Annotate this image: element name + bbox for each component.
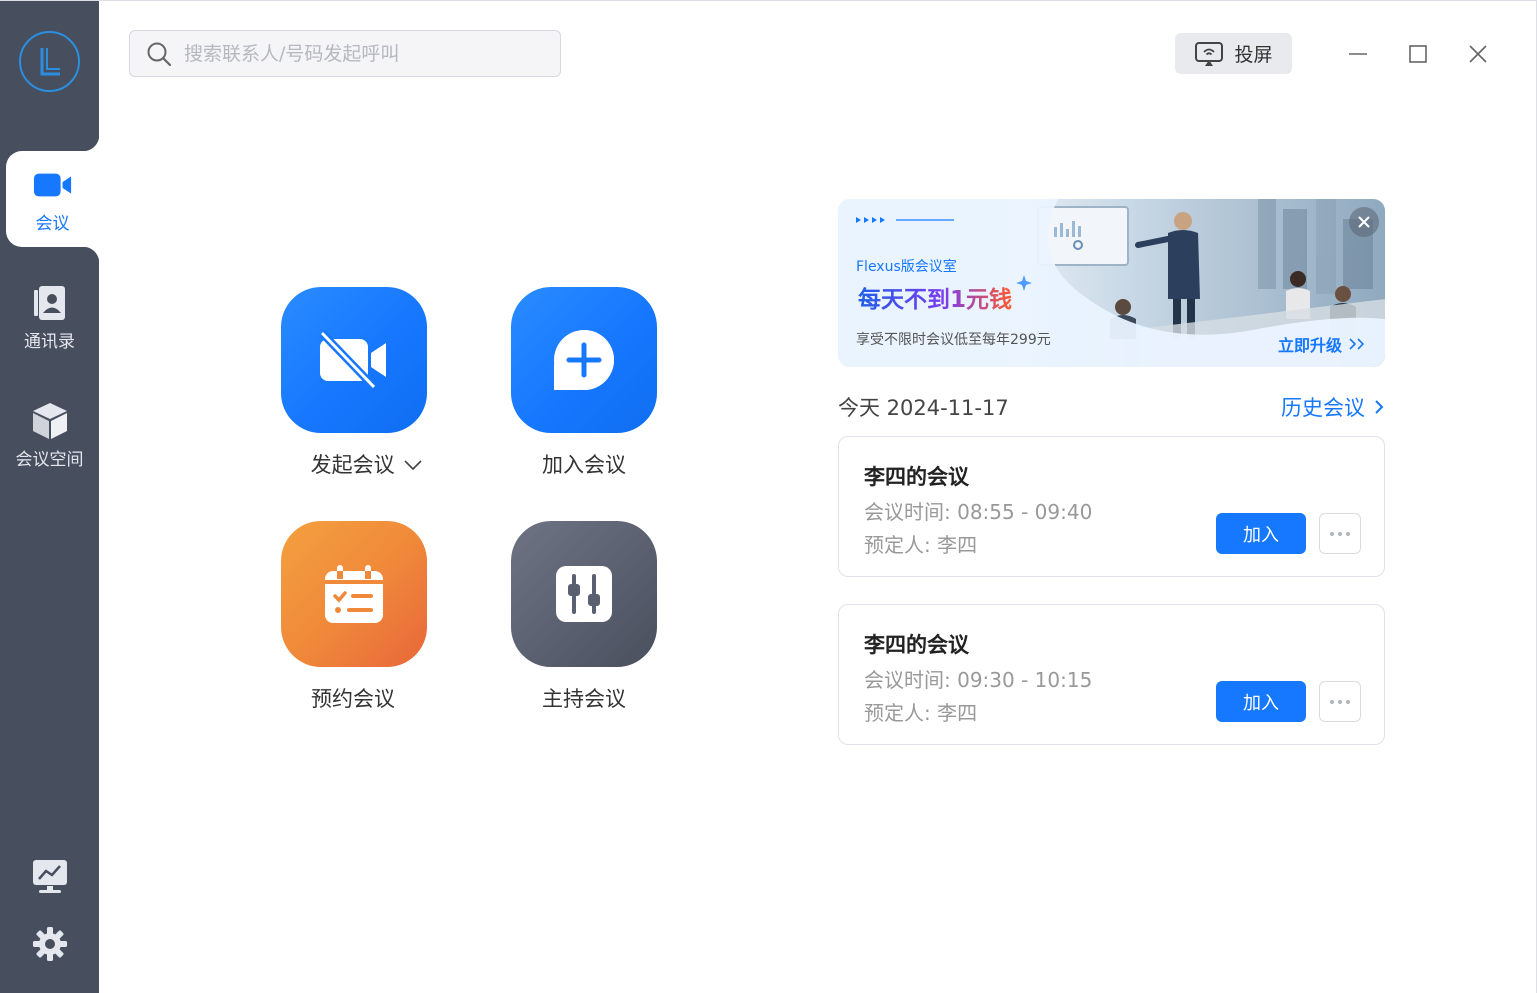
banner-subtitle: 享受不限时会议低至每年299元 — [856, 332, 1051, 348]
sidebar-item-label: 会议空间 — [15, 449, 84, 470]
meeting-owner: 预定人: 李四 — [864, 701, 978, 725]
minimize-icon — [1349, 53, 1367, 55]
join-meeting-tile[interactable] — [511, 287, 657, 433]
video-off-icon — [319, 330, 386, 390]
gear-icon — [32, 927, 67, 961]
schedule-header: 今天 2024-11-17 历史会议 — [838, 391, 1385, 423]
sidebar-item-meeting-space[interactable]: 会议空间 — [0, 387, 99, 483]
app-window: 会议 通讯录 会议空间 搜索联系人/号码发起呼叫 投屏 发起会议 加入会议 预约… — [0, 0, 1537, 993]
cast-icon — [1195, 41, 1224, 66]
sliders-icon — [556, 566, 612, 622]
dot-icon — [1338, 699, 1342, 704]
history-meetings-link[interactable]: 历史会议 — [1281, 392, 1385, 422]
app-logo — [19, 31, 80, 92]
close-window-button[interactable] — [1461, 37, 1495, 71]
meeting-title: 李四的会议 — [864, 465, 969, 489]
more-options-button[interactable] — [1319, 513, 1361, 554]
today-date: 今天 2024-11-17 — [838, 396, 1009, 420]
chevron-down-icon[interactable] — [403, 458, 423, 472]
banner-close-button[interactable] — [1349, 207, 1379, 237]
search-icon — [147, 42, 172, 66]
plus-chat-icon — [554, 330, 614, 390]
sidebar-item-meetings[interactable]: 会议 — [6, 135, 99, 263]
dot-icon — [1346, 531, 1350, 536]
dot-icon — [1330, 531, 1334, 536]
maximize-icon — [1409, 45, 1427, 63]
sidebar-item-label: 通讯录 — [24, 331, 75, 352]
meeting-card[interactable]: 李四的会议 会议时间: 08:55 - 09:40 预定人: 李四 加入 — [838, 436, 1385, 577]
double-chevron-right-icon — [1349, 338, 1365, 350]
search-box[interactable] — [129, 30, 561, 77]
search-input[interactable] — [184, 42, 554, 65]
video-camera-icon — [33, 165, 73, 205]
calendar-icon — [325, 565, 383, 623]
meeting-title: 李四的会议 — [864, 633, 969, 657]
sidebar: 会议 通讯录 会议空间 — [0, 1, 99, 993]
dot-icon — [1346, 699, 1350, 704]
dot-icon — [1338, 531, 1342, 536]
chevron-right-icon — [1375, 400, 1384, 414]
host-meeting-label[interactable]: 主持会议 — [504, 683, 664, 713]
minimize-button[interactable] — [1341, 37, 1375, 71]
banner-headline: 每天不到1元钱 — [858, 280, 1012, 314]
join-button[interactable]: 加入 — [1216, 513, 1306, 554]
sidebar-item-label: 会议 — [35, 213, 70, 234]
monitor-chart-button[interactable] — [0, 857, 99, 895]
join-button[interactable]: 加入 — [1216, 681, 1306, 722]
banner-product: Flexus版会议室 — [856, 259, 957, 275]
meeting-time: 会议时间: 08:55 - 09:40 — [864, 500, 1093, 524]
meeting-time: 会议时间: 09:30 - 10:15 — [864, 668, 1093, 692]
monitor-chart-icon — [32, 860, 67, 893]
cast-label: 投屏 — [1234, 44, 1273, 66]
host-meeting-tile[interactable] — [511, 521, 657, 667]
sidebar-item-contacts[interactable]: 通讯录 — [0, 269, 99, 365]
upgrade-now-link[interactable]: 立即升级 — [1278, 332, 1366, 356]
meeting-owner: 预定人: 李四 — [864, 533, 978, 557]
settings-button[interactable] — [0, 926, 99, 962]
maximize-button[interactable] — [1401, 37, 1435, 71]
start-meeting-label[interactable]: 发起会议 — [287, 449, 447, 479]
start-meeting-tile[interactable] — [281, 287, 427, 433]
more-options-button[interactable] — [1319, 681, 1361, 722]
cube-icon — [30, 401, 70, 441]
close-icon — [1469, 45, 1487, 63]
dot-icon — [1330, 699, 1334, 704]
schedule-meeting-label[interactable]: 预约会议 — [273, 683, 433, 713]
cast-screen-button[interactable]: 投屏 — [1175, 33, 1292, 74]
upgrade-banner[interactable]: Flexus版会议室 每天不到1元钱 享受不限时会议低至每年299元 立即升级 — [838, 199, 1385, 367]
meeting-card[interactable]: 李四的会议 会议时间: 09:30 - 10:15 预定人: 李四 加入 — [838, 604, 1385, 745]
close-icon — [1358, 216, 1370, 228]
schedule-meeting-tile[interactable] — [281, 521, 427, 667]
contacts-icon — [30, 283, 70, 323]
join-meeting-label[interactable]: 加入会议 — [504, 449, 664, 479]
logo-icon — [40, 47, 60, 75]
